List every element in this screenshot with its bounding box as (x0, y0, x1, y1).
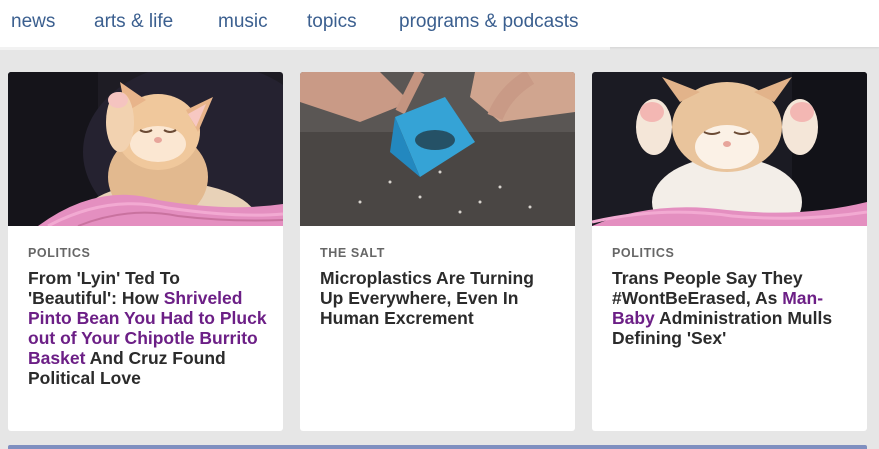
headline-text: Microplastics Are Turning Up Everywhere,… (320, 268, 534, 328)
nav-programs-podcasts[interactable]: programs & podcasts (399, 11, 579, 33)
nav-music[interactable]: music (218, 11, 268, 33)
kitten-stretching-image[interactable] (592, 72, 867, 226)
nav-divider (0, 47, 610, 50)
nav-news[interactable]: news (11, 11, 55, 33)
story-card-2[interactable]: THE SALT Microplastics Are Turning Up Ev… (300, 72, 575, 431)
story-category[interactable]: POLITICS (28, 246, 90, 260)
headline-text: Trans People Say They #WontBeErased, As (612, 268, 803, 308)
nav-arts-life[interactable]: arts & life (94, 11, 173, 33)
next-section-edge (8, 445, 867, 449)
story-headline[interactable]: From 'Lyin' Ted To 'Beautiful': How Shri… (28, 268, 268, 388)
story-category[interactable]: POLITICS (612, 246, 674, 260)
story-headline[interactable]: Microplastics Are Turning Up Everywhere,… (320, 268, 560, 328)
story-card-3[interactable]: POLITICS Trans People Say They #WontBeEr… (592, 72, 867, 431)
nav-topics[interactable]: topics (307, 11, 357, 33)
top-navigation: news arts & life music topics programs &… (0, 0, 879, 47)
kitten-sleeping-image[interactable] (8, 72, 283, 226)
headline-text: From 'Lyin' Ted To 'Beautiful': How (28, 268, 180, 308)
story-headline[interactable]: Trans People Say They #WontBeErased, As … (612, 268, 852, 348)
story-card-1[interactable]: POLITICS From 'Lyin' Ted To 'Beautiful':… (8, 72, 283, 431)
story-category[interactable]: THE SALT (320, 246, 385, 260)
microplastics-beach-image[interactable] (300, 72, 575, 226)
